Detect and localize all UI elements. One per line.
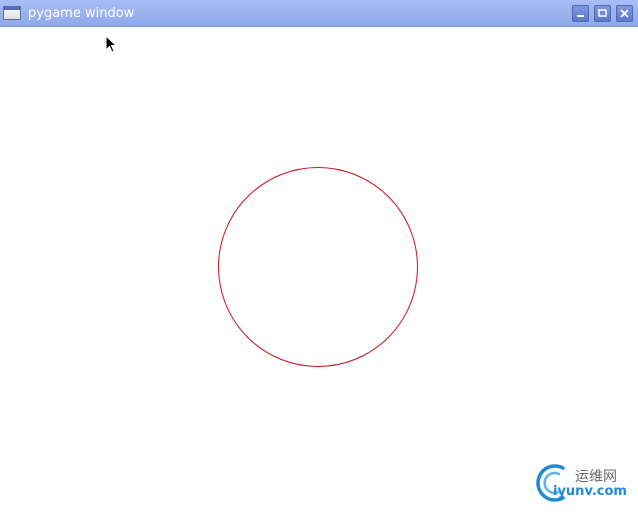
- arrow-cursor-icon: [105, 35, 118, 53]
- watermark-cn-text: 运维网: [575, 469, 617, 485]
- title-bar[interactable]: pygame window: [0, 0, 638, 27]
- watermark-logo: 运维网 iyunv.com: [533, 460, 635, 504]
- window-title: pygame window: [28, 6, 135, 21]
- minimize-icon: [577, 15, 584, 17]
- close-button[interactable]: [616, 5, 633, 22]
- pygame-window: pygame window 运维网 iyunv.com: [0, 0, 638, 508]
- watermark-url-text: iyunv.com: [553, 484, 627, 499]
- canvas-drawing: [218, 167, 418, 367]
- minimize-button[interactable]: [572, 5, 589, 22]
- close-icon: [620, 9, 629, 18]
- window-app-icon[interactable]: [3, 6, 21, 20]
- red-circle: [218, 167, 418, 367]
- maximize-icon: [598, 9, 607, 17]
- game-canvas[interactable]: [0, 27, 638, 508]
- maximize-button[interactable]: [594, 5, 611, 22]
